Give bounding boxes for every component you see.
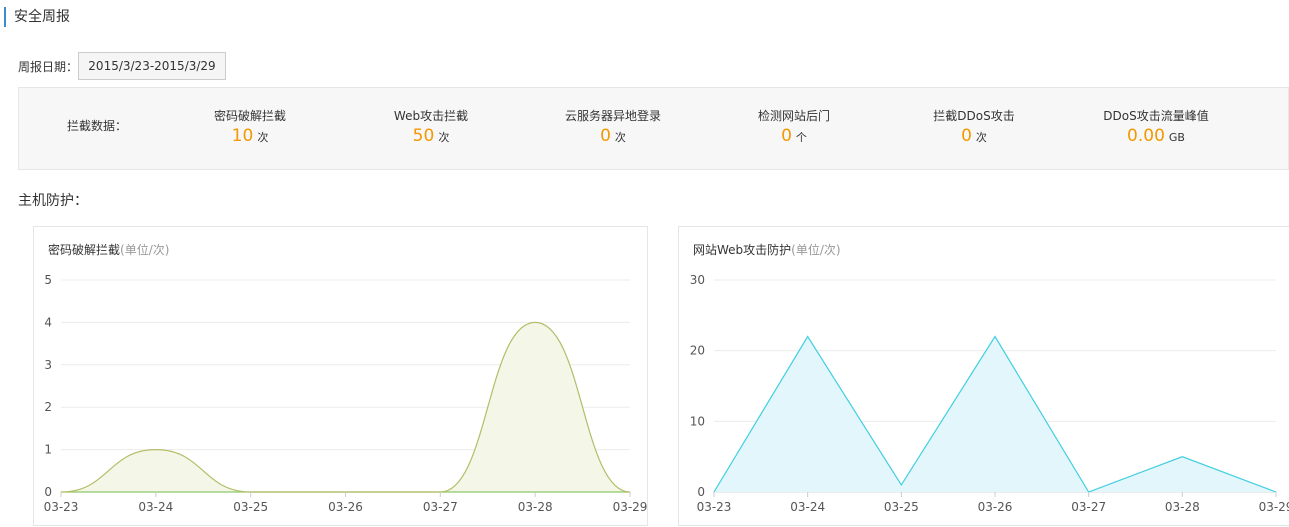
y-tick-label: 3 — [44, 358, 52, 372]
stat-remote-login: 云服务器异地登录 0次 — [523, 108, 703, 146]
y-tick-label: 10 — [690, 414, 705, 428]
host-protection-title: 主机防护： — [18, 193, 88, 209]
y-tick-label: 0 — [44, 485, 52, 499]
report-date-label: 周报日期： — [18, 60, 79, 74]
y-tick-label: 30 — [690, 273, 705, 287]
y-tick-label: 1 — [44, 443, 52, 457]
stat-name: 检测网站后门 — [757, 109, 830, 123]
y-tick-label: 2 — [44, 400, 52, 414]
stat-name: Web攻击拦截 — [393, 109, 469, 123]
x-tick-label: 03-29 — [613, 500, 648, 514]
x-tick-label: 03-28 — [518, 500, 553, 514]
web-attack-chart-panel: 网站Web攻击防护(单位/次) 0 10 20 30 03-23 03-24 03-25 03… — [678, 226, 1289, 526]
stat-ddos-peak: DDoS攻击流量峰值 0.00 GB — [1066, 108, 1246, 146]
stat-unit: 次 — [438, 131, 450, 144]
x-tick-label: 03-23 — [697, 500, 732, 514]
x-tick-label: 03-26 — [978, 500, 1013, 514]
password-crack-chart: 0 1 2 3 4 5 03-23 03-24 03-25 03-26 03-27 03-28 03-2… — [44, 273, 648, 514]
stat-web-attack: Web攻击拦截 50 次 — [341, 108, 521, 146]
y-tick-label: 0 — [697, 485, 705, 499]
x-tick-label: 03-26 — [328, 500, 363, 514]
x-tick-label: 03-28 — [1165, 500, 1200, 514]
y-tick-label: 20 — [690, 344, 705, 358]
stat-name: 密码破解拦截 — [213, 109, 286, 123]
x-tick-label: 03-25 — [884, 500, 919, 514]
y-tick-label: 5 — [44, 273, 52, 287]
web-attack-chart: 0 10 20 30 03-23 03-24 03-25 03-26 03-27 03-28 03-… — [690, 273, 1289, 514]
password-crack-chart-panel: 密码破解拦截(单位/次) 0 1 2 3 4 5 03-23 03-24 03-25 03-26 0… — [33, 226, 648, 526]
x-tick-label: 03-24 — [790, 500, 825, 514]
series-area — [714, 336, 1276, 492]
stat-value: 0 — [781, 126, 792, 146]
stat-value: 10 — [231, 126, 254, 146]
stat-unit: GB — [1168, 131, 1185, 144]
x-tick-label: 03-24 — [138, 500, 173, 514]
page-title: 安全周报 — [4, 7, 70, 27]
stat-unit: 次 — [614, 131, 626, 144]
stat-value: 0 — [600, 126, 611, 146]
stat-value: 0 — [961, 126, 972, 146]
x-tick-label: 03-27 — [423, 500, 458, 514]
y-tick-label: 4 — [44, 315, 52, 329]
stat-name: 云服务器异地登录 — [564, 109, 661, 123]
x-tick-label: 03-27 — [1071, 500, 1106, 514]
stat-name: 拦截DDoS攻击 — [933, 109, 1015, 123]
stat-website-backdoor: 检测网站后门 0个 — [704, 108, 884, 146]
stat-name: DDoS攻击流量峰值 — [1103, 109, 1209, 123]
stat-unit: 个 — [795, 131, 807, 144]
report-date-selector[interactable]: 2015/3/23-2015/3/29 — [78, 52, 226, 80]
x-tick-label: 03-25 — [233, 500, 268, 514]
intercept-stats-panel: 拦截数据： 密码破解拦截 10 次 Web攻击拦截 50 次 云服务器异地登录 0次… — [18, 87, 1289, 170]
stat-unit: 次 — [975, 131, 987, 144]
x-tick-label: 03-29 — [1259, 500, 1289, 514]
stat-value: 0.00 — [1127, 126, 1165, 146]
stat-ddos-intercept: 拦截DDoS攻击 0次 — [884, 108, 1064, 146]
intercept-data-label: 拦截数据： — [67, 119, 128, 133]
stat-unit: 次 — [257, 131, 269, 144]
stat-password-crack: 密码破解拦截 10 次 — [160, 108, 340, 146]
x-tick-label: 03-23 — [44, 500, 79, 514]
stat-value: 50 — [412, 126, 435, 146]
